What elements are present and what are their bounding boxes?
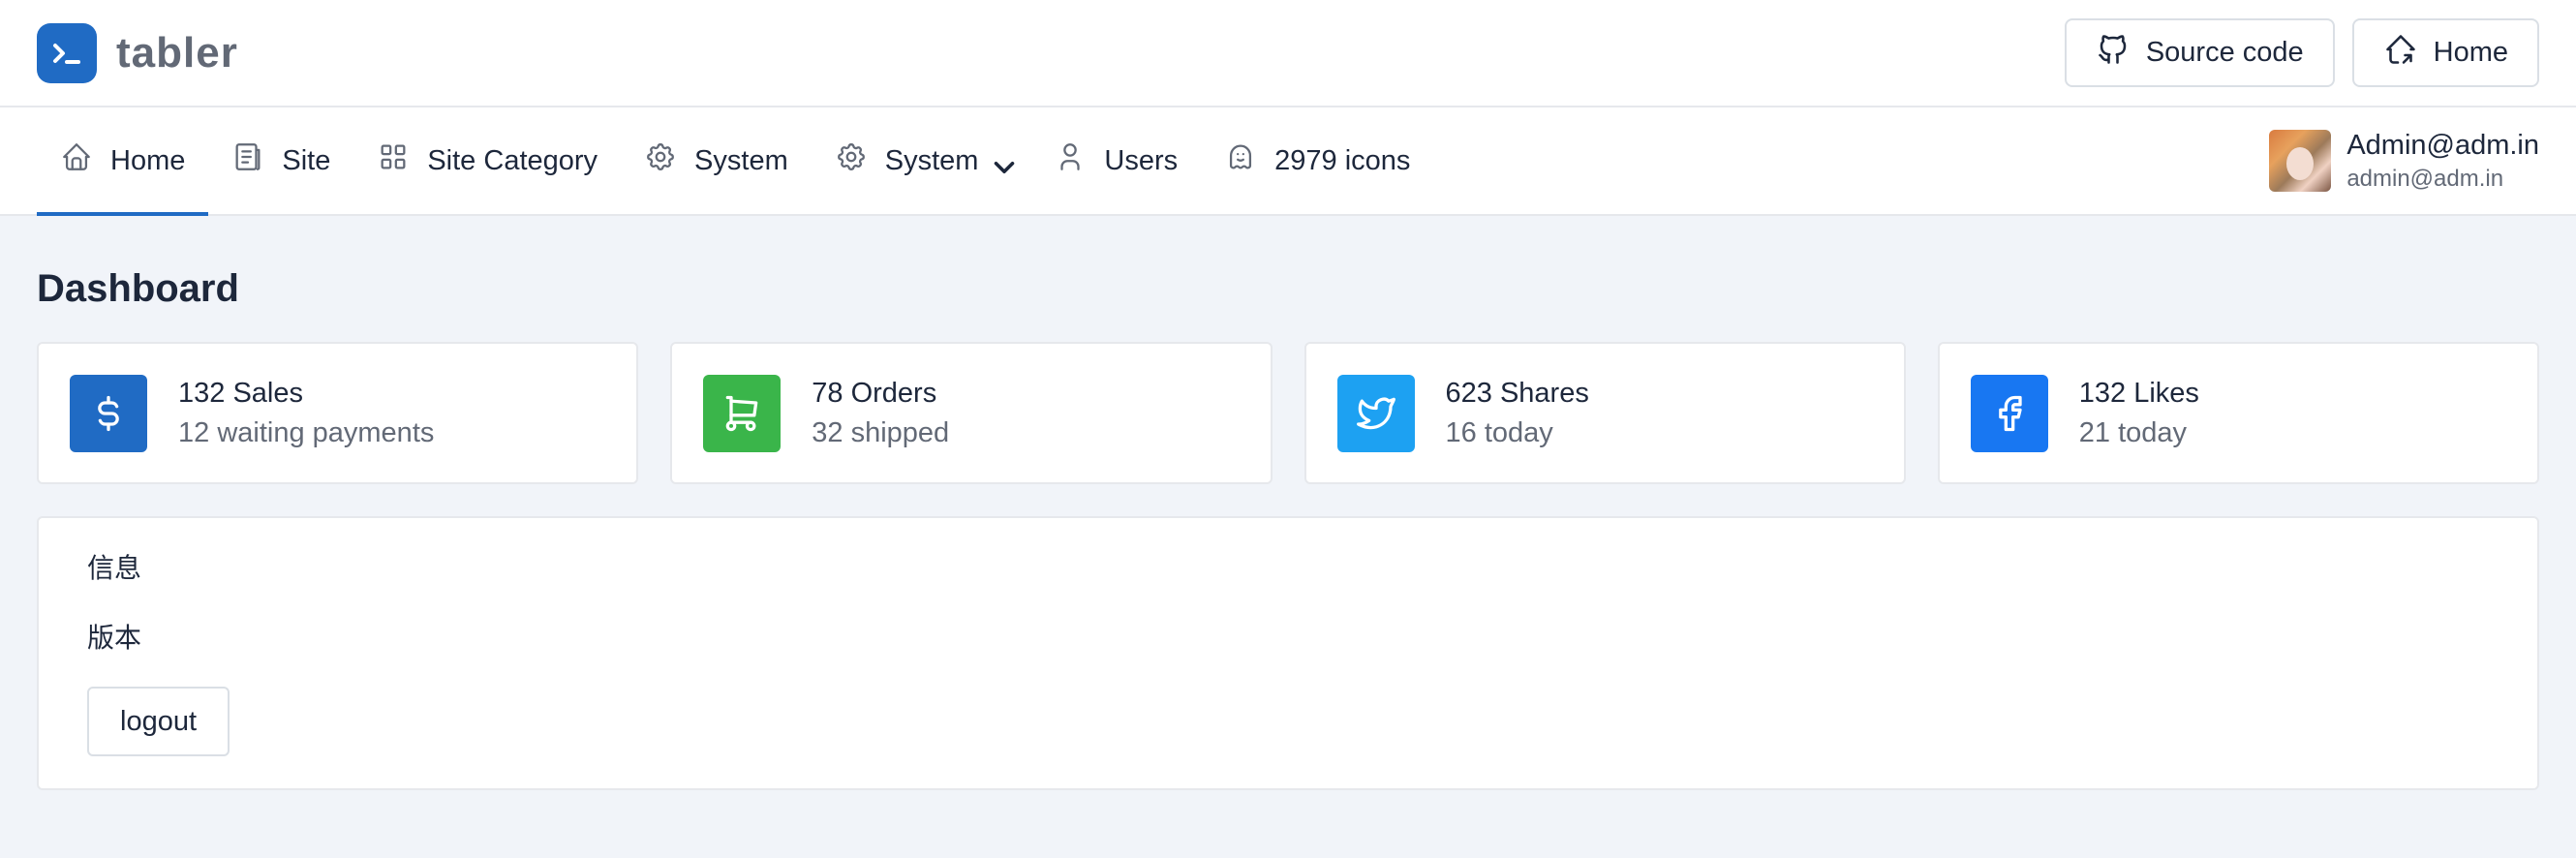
stat-card-title: 623 Shares bbox=[1445, 377, 1589, 409]
page-title: Dashboard bbox=[37, 267, 239, 310]
stat-card-subtitle: 16 today bbox=[1445, 416, 1553, 448]
dollar-icon bbox=[70, 374, 147, 452]
nav-item-home[interactable]: Home bbox=[37, 107, 209, 216]
nav-label: System bbox=[694, 144, 788, 176]
github-icon bbox=[2096, 32, 2131, 75]
stat-card-text: 78 Orders 32 shipped bbox=[812, 378, 949, 449]
info-panel: 信息 版本 logout bbox=[37, 516, 2539, 790]
stat-card-orders: 78 Orders 32 shipped bbox=[670, 342, 1273, 484]
stat-card-subtitle: 21 today bbox=[2078, 416, 2188, 448]
stat-card-title: 78 Orders bbox=[812, 377, 937, 409]
file-text-icon bbox=[231, 140, 264, 181]
stat-card-likes: 132 Likes 21 today bbox=[1937, 342, 2539, 484]
terminal-icon bbox=[37, 22, 97, 83]
main-nav: Home Site Site Category System System Us… bbox=[0, 107, 2576, 216]
nav-item-system-dropdown[interactable]: System bbox=[812, 107, 1031, 214]
shopping-cart-icon bbox=[703, 374, 782, 452]
user-meta: Admin@adm.in admin@adm.in bbox=[2346, 130, 2539, 193]
stat-card-title: 132 Likes bbox=[2078, 377, 2199, 409]
stat-card-sales: 132 Sales 12 waiting payments bbox=[37, 342, 639, 484]
home-icon bbox=[2383, 32, 2418, 75]
nav-label: Home bbox=[110, 144, 186, 176]
nav-item-icons[interactable]: 2979 icons bbox=[1201, 107, 1433, 214]
brand[interactable]: tabler bbox=[37, 22, 238, 83]
grid-icon bbox=[377, 140, 410, 181]
home-label: Home bbox=[2433, 37, 2508, 68]
brand-name: tabler bbox=[116, 28, 238, 77]
source-code-label: Source code bbox=[2145, 37, 2304, 68]
logout-button[interactable]: logout bbox=[87, 687, 230, 756]
user-icon bbox=[1054, 140, 1087, 181]
nav-label: 2979 icons bbox=[1274, 144, 1411, 176]
nav-label: System bbox=[884, 144, 979, 176]
stat-card-text: 132 Sales 12 waiting payments bbox=[178, 378, 434, 449]
stat-card-text: 623 Shares 16 today bbox=[1446, 378, 1589, 449]
nav-item-system[interactable]: System bbox=[621, 107, 812, 214]
header-actions: Source code Home bbox=[2064, 18, 2539, 87]
user-name: Admin@adm.in bbox=[2346, 129, 2539, 161]
version-label: 版本 bbox=[87, 622, 142, 654]
nav-item-site-category[interactable]: Site Category bbox=[353, 107, 621, 214]
nav-list: Home Site Site Category System System Us… bbox=[37, 107, 1433, 216]
home-icon bbox=[60, 140, 93, 181]
info-label: 信息 bbox=[87, 552, 142, 584]
facebook-icon bbox=[1970, 374, 2048, 452]
stat-card-shares: 623 Shares 16 today bbox=[1303, 342, 1906, 484]
home-button[interactable]: Home bbox=[2351, 18, 2539, 87]
nav-label: Users bbox=[1104, 144, 1179, 176]
ghost-icon bbox=[1224, 140, 1257, 181]
nav-label: Site bbox=[282, 144, 331, 176]
nav-label: Site Category bbox=[427, 144, 598, 176]
stat-card-text: 132 Likes 21 today bbox=[2079, 378, 2199, 449]
avatar bbox=[2269, 130, 2332, 192]
user-email: admin@adm.in bbox=[2346, 165, 2504, 192]
stat-card-subtitle: 12 waiting payments bbox=[178, 416, 435, 448]
source-code-button[interactable]: Source code bbox=[2064, 18, 2335, 87]
page-content: Dashboard 132 Sales 12 waiting payments bbox=[0, 264, 2576, 790]
top-header: tabler Source code Home bbox=[0, 0, 2576, 107]
nav-item-users[interactable]: Users bbox=[1030, 107, 1201, 214]
stat-card-subtitle: 32 shipped bbox=[812, 416, 950, 448]
settings-icon bbox=[835, 140, 868, 181]
user-menu[interactable]: Admin@adm.in admin@adm.in bbox=[2269, 107, 2539, 214]
stat-card-title: 132 Sales bbox=[178, 377, 303, 409]
settings-icon bbox=[644, 140, 677, 181]
stat-cards: 132 Sales 12 waiting payments 78 Orders … bbox=[37, 342, 2539, 484]
nav-item-site[interactable]: Site bbox=[208, 107, 353, 214]
twitter-icon bbox=[1336, 374, 1415, 452]
chevron-down-icon bbox=[988, 151, 1015, 174]
